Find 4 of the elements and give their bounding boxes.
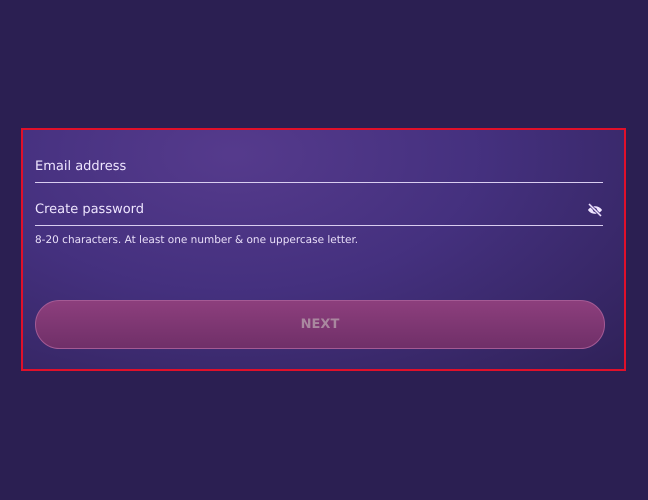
password-field[interactable]: Create password <box>35 193 603 226</box>
eye-hidden-icon[interactable] <box>587 203 603 217</box>
password-hint: 8-20 characters. At least one number & one uppercase letter. <box>35 234 360 246</box>
email-field[interactable]: Email address <box>35 150 603 183</box>
